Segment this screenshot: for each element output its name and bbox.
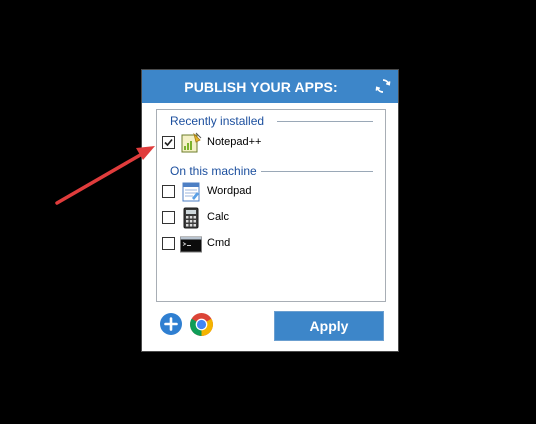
app-row-calc[interactable]: Calc	[161, 207, 376, 229]
group-label: On this machine	[170, 163, 261, 179]
calculator-icon	[180, 207, 202, 229]
add-icon[interactable]	[159, 312, 183, 336]
app-row-cmd[interactable]: Cmd	[161, 233, 376, 255]
app-name: Wordpad	[207, 185, 252, 197]
app-checkbox-calc[interactable]	[162, 211, 175, 224]
panel-title: PUBLISH YOUR APPS:	[184, 79, 338, 95]
notepad-plus-plus-icon	[180, 132, 202, 154]
app-checkbox-cmd[interactable]	[162, 237, 175, 250]
publish-apps-panel: PUBLISH YOUR APPS: Recently installed No…	[141, 69, 399, 352]
panel-title-bar: PUBLISH YOUR APPS:	[142, 70, 398, 103]
app-list[interactable]: Recently installed Notepad++ On this mac…	[156, 109, 386, 302]
group-header-recently-installed: Recently installed	[157, 113, 385, 129]
group-header-on-this-machine: On this machine	[157, 163, 385, 179]
refresh-icon[interactable]	[374, 77, 392, 95]
group-divider	[277, 121, 373, 122]
group-label: Recently installed	[170, 113, 269, 129]
app-checkbox-wordpad[interactable]	[162, 185, 175, 198]
app-name: Cmd	[207, 237, 231, 249]
app-row-notepad-plus-plus[interactable]: Notepad++	[161, 132, 376, 154]
chrome-icon[interactable]	[189, 312, 214, 337]
wordpad-icon	[180, 181, 202, 203]
app-checkbox-notepad-plus-plus[interactable]	[162, 136, 175, 149]
app-name: Calc	[207, 211, 230, 223]
apply-button[interactable]: Apply	[274, 311, 384, 341]
screenshot-stage: PUBLISH YOUR APPS: Recently installed No…	[0, 0, 536, 424]
app-name: Notepad++	[207, 136, 262, 148]
app-row-wordpad[interactable]: Wordpad	[161, 181, 376, 203]
group-divider	[261, 171, 373, 172]
command-prompt-icon	[180, 233, 202, 255]
